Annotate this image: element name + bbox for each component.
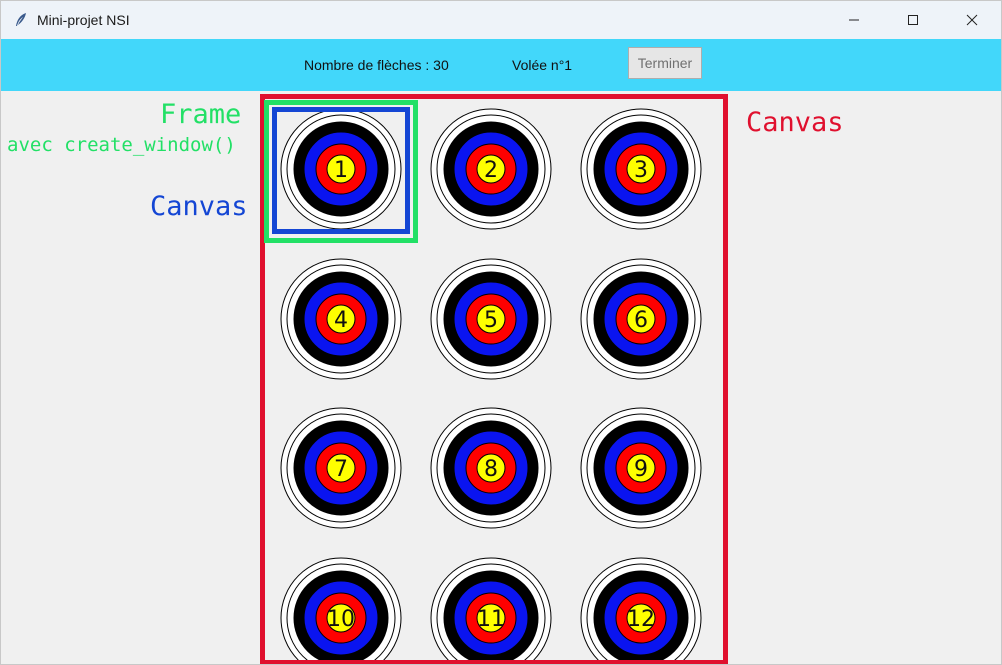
app-window: Mini-projet NSI Nombre de flèches : 30 V… bbox=[0, 0, 1002, 665]
inner-canvas-annotation: Canvas bbox=[150, 191, 248, 222]
inner-canvas-highlight bbox=[272, 107, 410, 234]
create-window-annotation: avec create_window() bbox=[7, 134, 236, 156]
outer-canvas-annotation: Canvas bbox=[746, 107, 844, 138]
frame-annotation: Frame bbox=[160, 99, 242, 130]
